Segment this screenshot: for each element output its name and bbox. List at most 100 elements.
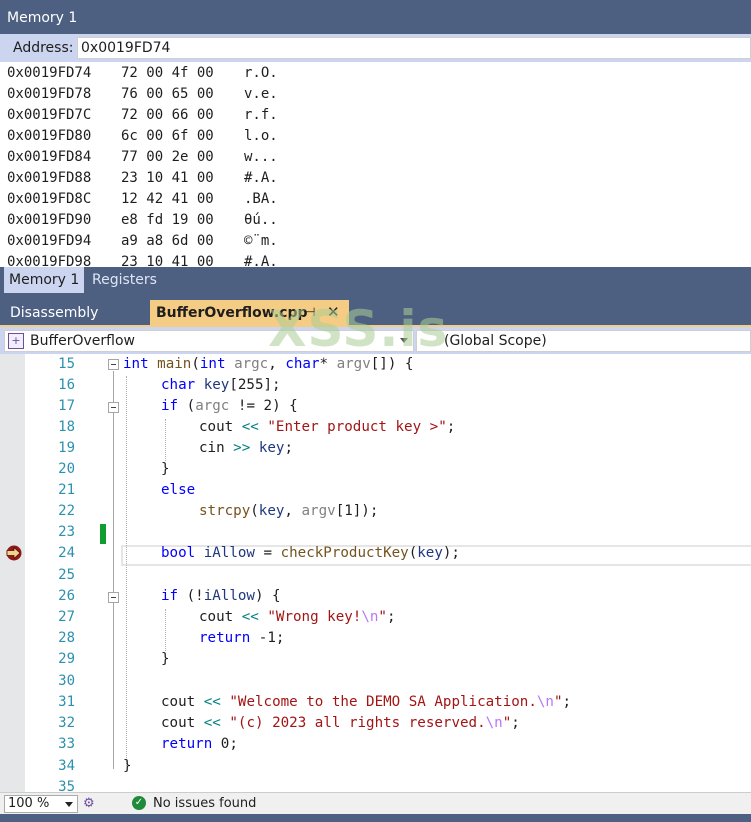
- indent-guide: [126, 376, 127, 766]
- memory-bytes: a9 a8 6d 00: [121, 233, 214, 249]
- memory-ascii: ©¨m.: [244, 233, 278, 249]
- memory-tab-strip: Memory 1 Registers: [0, 267, 751, 293]
- memory-ascii: v.e.: [244, 86, 278, 102]
- memory-bytes: 72 00 66 00: [121, 107, 214, 123]
- memory-ascii: w...: [244, 149, 278, 165]
- memory-bytes: 6c 00 6f 00: [121, 128, 214, 144]
- collapse-toggle-icon[interactable]: [108, 359, 119, 370]
- code-line-17: if (argc != 2) {: [161, 398, 298, 414]
- tab-memory-1[interactable]: Memory 1: [4, 267, 85, 293]
- line-number: 23: [58, 524, 75, 540]
- memory-address: 0x0019FD90: [7, 212, 92, 228]
- close-icon[interactable]: ✕: [327, 303, 340, 321]
- zoom-dropdown[interactable]: 100 %: [4, 795, 78, 813]
- collapse-toggle-icon[interactable]: [108, 402, 119, 413]
- memory-bytes: 23 10 41 00: [121, 254, 214, 267]
- memory-bytes: 76 00 65 00: [121, 86, 214, 102]
- visual-studio-window: Memory 1 Address: 0x0019FD74 72 00 4f 00 r…: [0, 0, 751, 822]
- line-number: 17: [58, 398, 75, 414]
- line-number: 19: [58, 440, 75, 456]
- line-number: 34: [58, 758, 75, 774]
- memory-bytes: 72 00 4f 00: [121, 65, 214, 81]
- line-number: 27: [58, 609, 75, 625]
- chevron-down-icon: [65, 802, 73, 807]
- memory-ascii: l.o.: [244, 128, 278, 144]
- code-line-24: bool iAllow = checkProductKey(key);: [161, 545, 460, 561]
- memory-address-bar: Address:: [0, 34, 751, 62]
- intellicode-icon[interactable]: ⚙: [83, 796, 95, 811]
- memory-ascii: θú..: [244, 212, 278, 228]
- line-number: 33: [58, 736, 75, 752]
- breakpoint-margin[interactable]: [0, 354, 25, 792]
- memory-address: 0x0019FD7C: [7, 107, 92, 123]
- indent-guide: [165, 419, 166, 461]
- memory-ascii: #.A.: [244, 254, 278, 267]
- code-line-22: strcpy(key, argv[1]);: [199, 503, 379, 519]
- memory-ascii: r.f.: [244, 107, 278, 123]
- code-line-18: cout << "Enter product key >";: [199, 419, 456, 435]
- editor-status-bar: 100 % ⚙ ✓ No issues found: [0, 792, 751, 814]
- memory-ascii: #.A.: [244, 170, 278, 186]
- splitter[interactable]: [0, 293, 751, 300]
- tab-disassembly[interactable]: Disassembly: [4, 300, 149, 325]
- project-icon: +: [8, 333, 24, 349]
- tab-disassembly-label: Disassembly: [10, 305, 99, 321]
- zoom-level: 100 %: [8, 796, 50, 811]
- memory-ascii: .BA.: [244, 191, 278, 207]
- tab-registers[interactable]: Registers: [87, 267, 162, 293]
- window-bottom-border: [0, 814, 751, 822]
- address-label: Address:: [13, 40, 74, 56]
- memory-dump[interactable]: 0x0019FD74 72 00 4f 00 r.O. 0x0019FD78 76 0…: [0, 62, 751, 267]
- code-line-34: }: [123, 758, 132, 774]
- line-number: 24: [58, 545, 75, 561]
- collapse-toggle-icon[interactable]: [108, 592, 119, 603]
- memory-address: 0x0019FD94: [7, 233, 92, 249]
- project-name: BufferOverflow: [30, 333, 135, 349]
- line-number: 18: [58, 419, 75, 435]
- check-circle-icon: ✓: [132, 796, 146, 810]
- outline-line: [113, 604, 114, 661]
- code-line-27: cout << "Wrong key!\n";: [199, 609, 396, 625]
- address-input[interactable]: [77, 37, 751, 59]
- scope-name: (Global Scope): [444, 333, 547, 349]
- memory-address: 0x0019FD80: [7, 128, 92, 144]
- current-statement-arrow-icon: [6, 545, 22, 561]
- pin-icon[interactable]: ⊣: [305, 305, 315, 319]
- line-number: 22: [58, 503, 75, 519]
- memory-bytes: 12 42 41 00: [121, 191, 214, 207]
- memory-address: 0x0019FD88: [7, 170, 92, 186]
- code-line-28: return -1;: [199, 630, 285, 646]
- scope-dropdown[interactable]: (Global Scope): [416, 330, 751, 352]
- outline-line: [113, 414, 114, 472]
- code-line-16: char key[255];: [161, 377, 281, 393]
- line-number: 35: [58, 779, 75, 792]
- line-number: 26: [58, 588, 75, 604]
- memory-ascii: r.O.: [244, 65, 278, 81]
- memory-bytes: 23 10 41 00: [121, 170, 214, 186]
- line-number: 29: [58, 651, 75, 667]
- code-line-26: if (!iAllow) {: [161, 588, 281, 604]
- tab-bufferoverflow-cpp[interactable]: BufferOverflow.cpp ⊣ ✕: [150, 300, 349, 325]
- line-number: 16: [58, 377, 75, 393]
- memory-address: 0x0019FD84: [7, 149, 92, 165]
- indent-guide: [165, 609, 166, 651]
- project-dropdown[interactable]: + BufferOverflow: [4, 330, 414, 352]
- issues-status[interactable]: No issues found: [153, 796, 256, 811]
- memory-address: 0x0019FD74: [7, 65, 92, 81]
- memory-window-title: Memory 1: [0, 0, 751, 34]
- line-number: 28: [58, 630, 75, 646]
- line-number: 15: [58, 356, 75, 372]
- chevron-down-icon: [400, 338, 408, 343]
- code-line-33: return 0;: [161, 736, 238, 752]
- code-line-31: cout << "Welcome to the DEMO SA Applicat…: [161, 694, 572, 710]
- code-editor[interactable]: 15 16 17 18 19 20 21 22 23 24 25 26 27 2…: [0, 354, 751, 792]
- code-line-32: cout << "(c) 2023 all rights reserved.\n…: [161, 715, 520, 731]
- memory-bytes: e8 fd 19 00: [121, 212, 214, 228]
- line-number: 32: [58, 715, 75, 731]
- line-number: 31: [58, 694, 75, 710]
- memory-bytes: 77 00 2e 00: [121, 149, 214, 165]
- memory-address: 0x0019FD98: [7, 254, 92, 267]
- memory-address: 0x0019FD78: [7, 86, 92, 102]
- code-line-19: cin >> key;: [199, 440, 293, 456]
- line-number: 30: [58, 673, 75, 689]
